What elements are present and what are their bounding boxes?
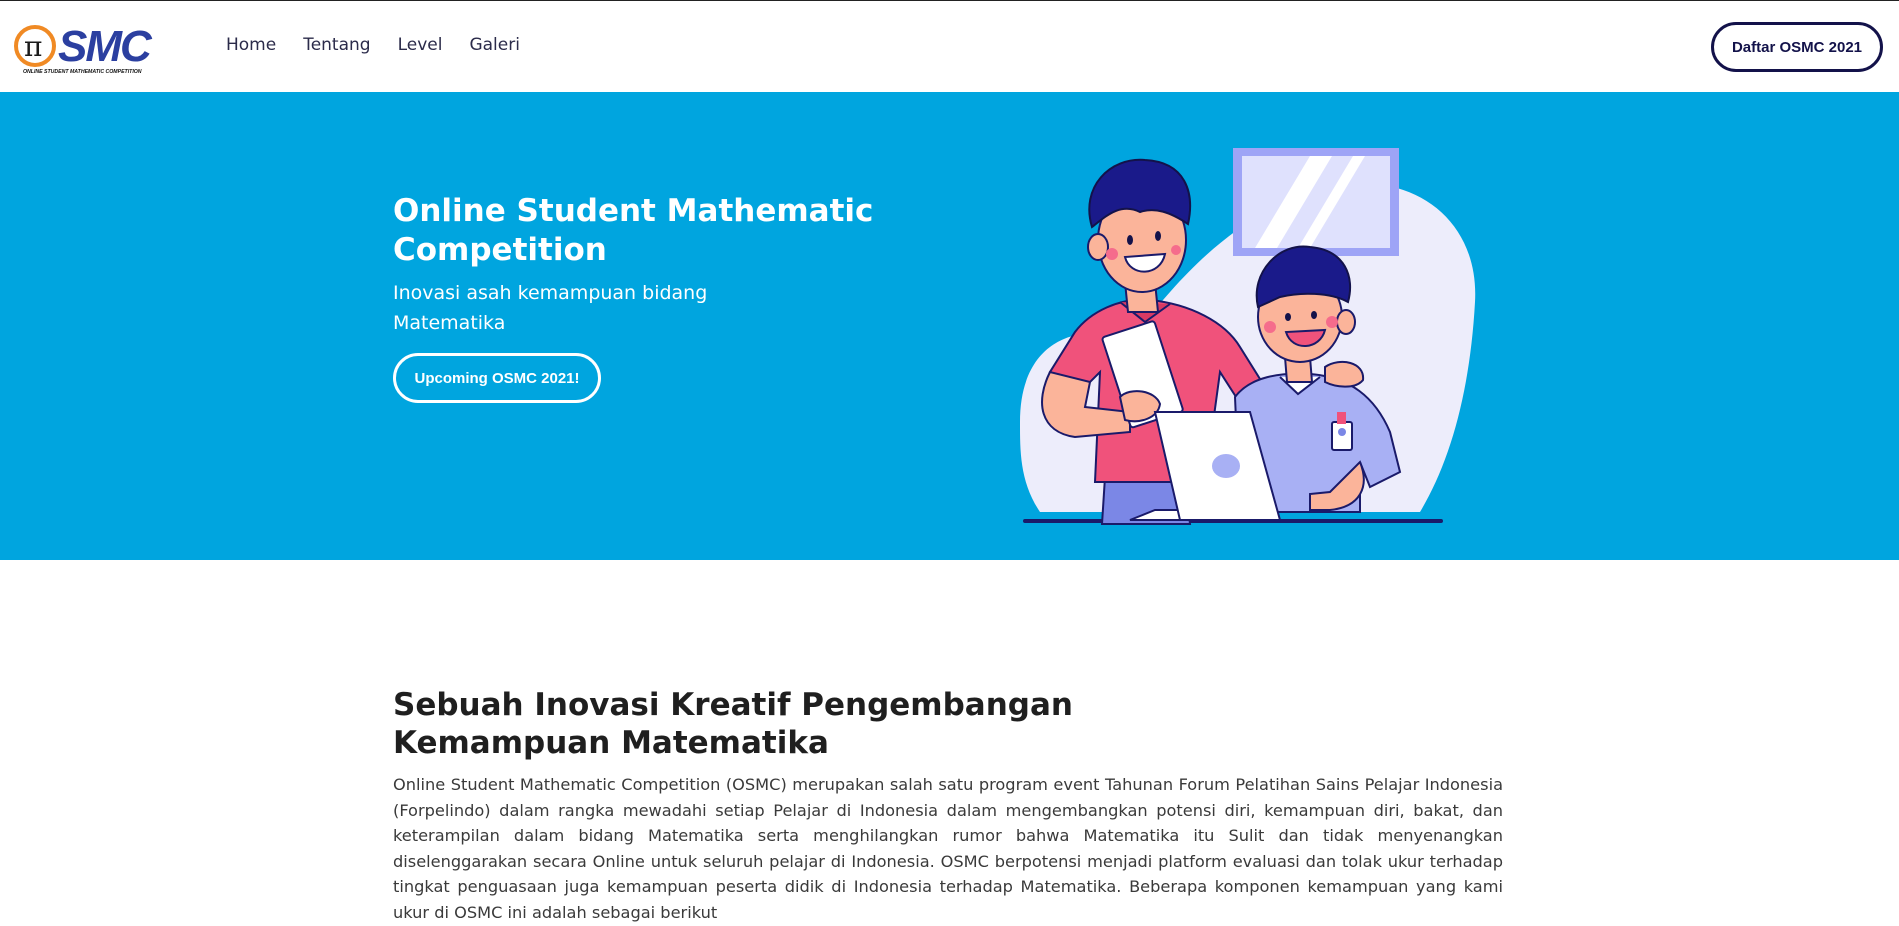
site-logo[interactable]: π SMC ONLINE STUDENT MATHEMATIC COMPETIT… — [14, 21, 180, 77]
main-nav: Home Tentang Level Galeri — [226, 35, 520, 55]
register-button[interactable]: Daftar OSMC 2021 — [1711, 22, 1883, 72]
hero-subtitle: Inovasi asah kemampuan bidang Matematika — [393, 282, 708, 334]
about-title: Sebuah Inovasi Kreatif Pengembangan Kema… — [393, 687, 1073, 761]
upcoming-button[interactable]: Upcoming OSMC 2021! — [393, 353, 601, 403]
nav-link-galeri[interactable]: Galeri — [469, 35, 520, 55]
hero-section: Online Student Mathematic Competition In… — [0, 92, 1899, 560]
svg-text:π: π — [24, 30, 42, 63]
nav-link-home[interactable]: Home — [226, 35, 276, 55]
nav-link-level[interactable]: Level — [398, 35, 443, 55]
svg-text:ONLINE STUDENT MATHEMATIC COMP: ONLINE STUDENT MATHEMATIC COMPETITION — [23, 69, 142, 75]
pi-logo-icon: π SMC ONLINE STUDENT MATHEMATIC COMPETIT… — [14, 22, 155, 75]
navbar: π SMC ONLINE STUDENT MATHEMATIC COMPETIT… — [0, 1, 1899, 92]
nav-link-tentang[interactable]: Tentang — [303, 35, 370, 55]
svg-text:SMC: SMC — [58, 22, 153, 71]
hero-title: Online Student Mathematic Competition — [393, 193, 874, 268]
students-laptop-illustration — [1020, 148, 1476, 525]
about-text: Online Student Mathematic Competition (O… — [393, 775, 1503, 922]
